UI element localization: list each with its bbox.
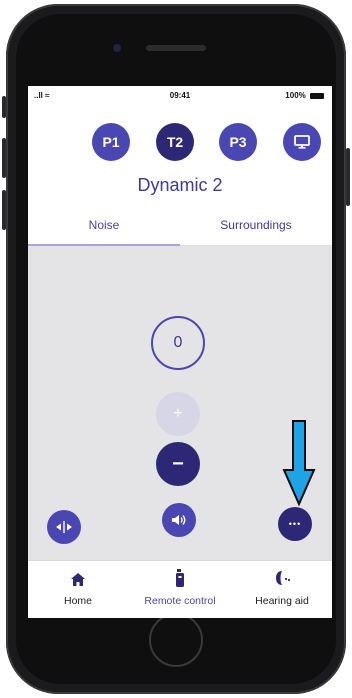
remote-icon	[176, 569, 184, 587]
minus-icon: −	[172, 452, 184, 475]
tab-noise[interactable]: Noise	[28, 218, 180, 232]
mute-button[interactable]	[162, 503, 196, 537]
stream-button[interactable]	[283, 123, 321, 161]
battery-text: 100%	[285, 91, 306, 100]
status-bar: ..ll ≈ 09:41 100%	[28, 86, 332, 106]
program-title: Dynamic 2	[137, 175, 223, 195]
volume-down-button	[2, 190, 6, 230]
monitor-icon	[294, 135, 310, 149]
nav-item-remote-control[interactable]: Remote control	[128, 561, 232, 618]
home-icon	[71, 573, 85, 586]
tab-surroundings[interactable]: Surroundings	[180, 218, 332, 232]
nav-item-hearing-aid[interactable]: Hearing aid	[232, 561, 332, 618]
more-dots-icon: •••	[288, 519, 302, 529]
home-button[interactable]	[149, 613, 203, 667]
balance-button[interactable]	[47, 510, 81, 544]
plus-icon: +	[173, 405, 183, 422]
program-label: T2	[166, 134, 184, 150]
balance-arrows-icon	[56, 521, 72, 533]
volume-display: 0	[151, 316, 205, 370]
program-button-p3[interactable]: P3	[219, 123, 257, 161]
tab-label: Surroundings	[220, 218, 292, 232]
volume-down-button-app[interactable]: −	[156, 442, 200, 486]
volume-value: 0	[173, 334, 183, 351]
nav-label: Remote control	[144, 595, 216, 607]
nav-label: Home	[63, 595, 92, 607]
nav-item-home[interactable]: Home	[28, 561, 128, 618]
nav-label: Hearing aid	[255, 595, 309, 607]
program-label: P1	[102, 134, 120, 150]
hearing-aid-icon	[276, 571, 291, 585]
front-camera	[113, 44, 121, 52]
tab-label: Noise	[88, 218, 120, 232]
volume-up-button	[2, 138, 6, 178]
battery-indicator: 100%	[285, 91, 324, 100]
mute-switch	[2, 96, 6, 118]
program-label: P3	[229, 134, 247, 150]
annotation-arrow-icon	[282, 420, 316, 506]
bottom-navigation: Home Remote control Hearing aid	[28, 560, 332, 618]
battery-icon	[310, 92, 324, 99]
app-screen: ..ll ≈ 09:41 100% P1 T2 P3 Dynamic 2 Noi…	[28, 86, 332, 618]
earpiece-speaker	[146, 45, 206, 51]
program-button-t2[interactable]: T2	[156, 123, 194, 161]
program-button-p1[interactable]: P1	[92, 123, 130, 161]
volume-up-button-disabled[interactable]: +	[156, 392, 200, 436]
speaker-icon	[172, 515, 186, 525]
more-button[interactable]: •••	[278, 507, 312, 541]
power-button	[346, 148, 350, 206]
